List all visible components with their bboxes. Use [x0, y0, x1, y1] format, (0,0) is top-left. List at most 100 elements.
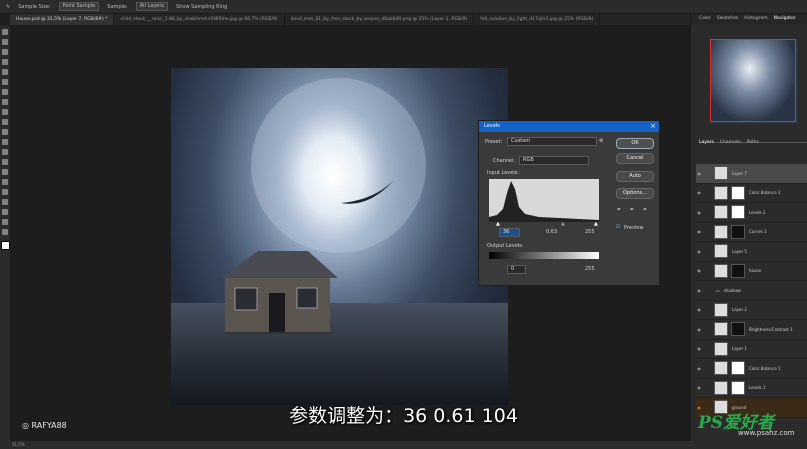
- levels-dialog-title: Levels: [484, 123, 500, 129]
- tab-paths[interactable]: Paths: [747, 138, 759, 148]
- crop-tool-icon[interactable]: [2, 69, 8, 75]
- black-eyedropper-icon[interactable]: ✒: [617, 207, 621, 213]
- tab-navigator[interactable]: Navigator: [774, 14, 796, 24]
- eye-icon[interactable]: ◉: [696, 249, 702, 254]
- auto-button[interactable]: Auto: [616, 171, 654, 182]
- layer-row[interactable]: ◉ Color Balance 1: [696, 359, 807, 379]
- layer-row[interactable]: ◉ Levels 1: [696, 379, 807, 398]
- tab-child-stock[interactable]: child_stock___misc_1.88_by_skeblered.e5t…: [114, 14, 285, 25]
- subtitle-caption: 参数调整为：36 0.61 104: [289, 405, 518, 427]
- blur-tool-icon[interactable]: [2, 159, 8, 165]
- eye-icon[interactable]: ◉: [696, 210, 702, 215]
- eye-icon[interactable]: ◉: [696, 229, 702, 234]
- pen-tool-icon[interactable]: [2, 179, 8, 185]
- dodge-tool-icon[interactable]: [2, 169, 8, 175]
- move-tool-icon[interactable]: [2, 29, 8, 35]
- tab-dead-tree[interactable]: dead_tree_01_by_free_stock_by_wayne_d6ab…: [285, 14, 475, 25]
- tab-channels[interactable]: Channels: [720, 138, 741, 148]
- canvas-image[interactable]: [171, 68, 508, 405]
- frame-tool-icon[interactable]: [2, 79, 8, 85]
- layer-name: Levels 1: [749, 385, 766, 391]
- brush-tool-icon[interactable]: [2, 109, 8, 115]
- cancel-button[interactable]: Cancel: [616, 153, 654, 164]
- layer-mask-thumbnail: [731, 224, 745, 239]
- marquee-tool-icon[interactable]: [2, 39, 8, 45]
- navigator-view-box[interactable]: [710, 39, 796, 122]
- options-bar: ✎ Sample Size: Point Sample Sample: All …: [0, 0, 807, 14]
- output-white-value[interactable]: 255: [585, 266, 595, 272]
- shape-tool-icon[interactable]: [2, 209, 8, 215]
- gray-eyedropper-icon[interactable]: ✒: [630, 207, 634, 213]
- layer-name: Color Balance 1: [749, 365, 781, 371]
- layer-thumbnail: [714, 361, 728, 376]
- tab-house[interactable]: House.psd @ 31,5% (Layer 7, RGB/8#) *: [10, 14, 115, 25]
- white-eyedropper-icon[interactable]: ✒: [643, 207, 647, 213]
- eye-icon[interactable]: ◉: [696, 171, 702, 176]
- document-tabs: House.psd @ 31,5% (Layer 7, RGB/8#) * ch…: [10, 14, 690, 25]
- layer-mask-thumbnail: [731, 263, 745, 278]
- eye-icon[interactable]: ◉: [696, 307, 702, 312]
- black-input-slider[interactable]: ▲: [496, 221, 500, 227]
- ok-button[interactable]: OK: [616, 138, 654, 149]
- layer-name: Color Balance 2: [749, 190, 781, 196]
- levels-dialog-titlebar[interactable]: Levels ×: [479, 121, 659, 132]
- lasso-tool-icon[interactable]: [2, 49, 8, 55]
- sample-size-select[interactable]: Point Sample: [58, 2, 100, 11]
- layer-name: Layer 2: [732, 307, 747, 313]
- layer-group-row[interactable]: ◉ ▭ shadows: [696, 281, 807, 301]
- layer-row[interactable]: ◉ Brightness/Contrast 1: [696, 320, 807, 340]
- input-black-field[interactable]: 36: [499, 228, 520, 237]
- creator-watermark: ◎ RAFYA88: [22, 421, 67, 430]
- close-icon[interactable]: ×: [650, 121, 656, 132]
- healing-tool-icon[interactable]: [2, 99, 8, 105]
- instagram-icon: ◎: [22, 421, 29, 430]
- eye-icon[interactable]: ◉: [696, 288, 702, 293]
- eye-icon[interactable]: ◉: [696, 268, 702, 273]
- history-brush-tool-icon[interactable]: [2, 129, 8, 135]
- channel-select[interactable]: RGB: [519, 156, 589, 165]
- layer-row[interactable]: ◉ Layer 5: [696, 242, 807, 262]
- foreground-color-swatch[interactable]: [0, 241, 10, 250]
- layer-row[interactable]: ◉ Layer 7: [696, 164, 807, 184]
- type-tool-icon[interactable]: [2, 189, 8, 195]
- eye-icon[interactable]: ◉: [696, 366, 702, 371]
- layer-row[interactable]: ◉ Levels 2: [696, 203, 807, 223]
- options-button[interactable]: Options...: [616, 188, 654, 199]
- quick-select-tool-icon[interactable]: [2, 59, 8, 65]
- input-white-value[interactable]: 255: [585, 229, 595, 235]
- eyedropper-icon[interactable]: ✎: [6, 4, 10, 10]
- preset-select[interactable]: Custom: [507, 137, 597, 146]
- layer-thumbnail: [714, 224, 728, 239]
- tab-histogram[interactable]: Histogram: [744, 14, 767, 24]
- eye-icon[interactable]: ◉: [696, 190, 702, 195]
- layer-row[interactable]: ◉ Color Balance 2: [696, 184, 807, 203]
- eye-icon[interactable]: ◉: [696, 346, 702, 351]
- white-input-slider[interactable]: ▲: [594, 221, 598, 227]
- tab-color[interactable]: Color: [699, 14, 711, 24]
- eye-icon[interactable]: ◉: [696, 327, 702, 332]
- layer-row[interactable]: ◉ Curves 1: [696, 223, 807, 242]
- layer-name: shadows: [723, 287, 742, 293]
- tab-swatches[interactable]: Swatches: [717, 14, 739, 24]
- preview-checkbox[interactable]: ☑: [616, 224, 620, 230]
- show-sampling-ring-checkbox[interactable]: Show Sampling Ring: [176, 4, 227, 10]
- tab-fall-solution[interactable]: fall_solution_by_light_d17q0r3.jpg @ 25%…: [474, 14, 601, 25]
- path-select-tool-icon[interactable]: [2, 199, 8, 205]
- gamma-input-slider[interactable]: ▲: [561, 221, 565, 227]
- sample-select[interactable]: All Layers: [135, 2, 169, 11]
- input-gamma-value[interactable]: 0,63: [546, 229, 557, 235]
- eyedropper-tool-icon[interactable]: [2, 89, 8, 95]
- gradient-tool-icon[interactable]: [2, 149, 8, 155]
- layer-row[interactable]: ◉ Layer 2: [696, 301, 807, 320]
- layer-row[interactable]: ◉ house: [696, 262, 807, 281]
- eraser-tool-icon[interactable]: [2, 139, 8, 145]
- zoom-tool-icon[interactable]: [2, 229, 8, 235]
- preset-gear-icon[interactable]: ⚙: [599, 138, 603, 144]
- stamp-tool-icon[interactable]: [2, 119, 8, 125]
- eye-icon[interactable]: ◉: [696, 385, 702, 390]
- hand-tool-icon[interactable]: [2, 219, 8, 225]
- layer-row[interactable]: ◉ Layer 1: [696, 340, 807, 359]
- layer-mask-thumbnail: [731, 205, 745, 220]
- output-black-field[interactable]: 0: [507, 265, 526, 274]
- tab-layers[interactable]: Layers: [699, 138, 714, 148]
